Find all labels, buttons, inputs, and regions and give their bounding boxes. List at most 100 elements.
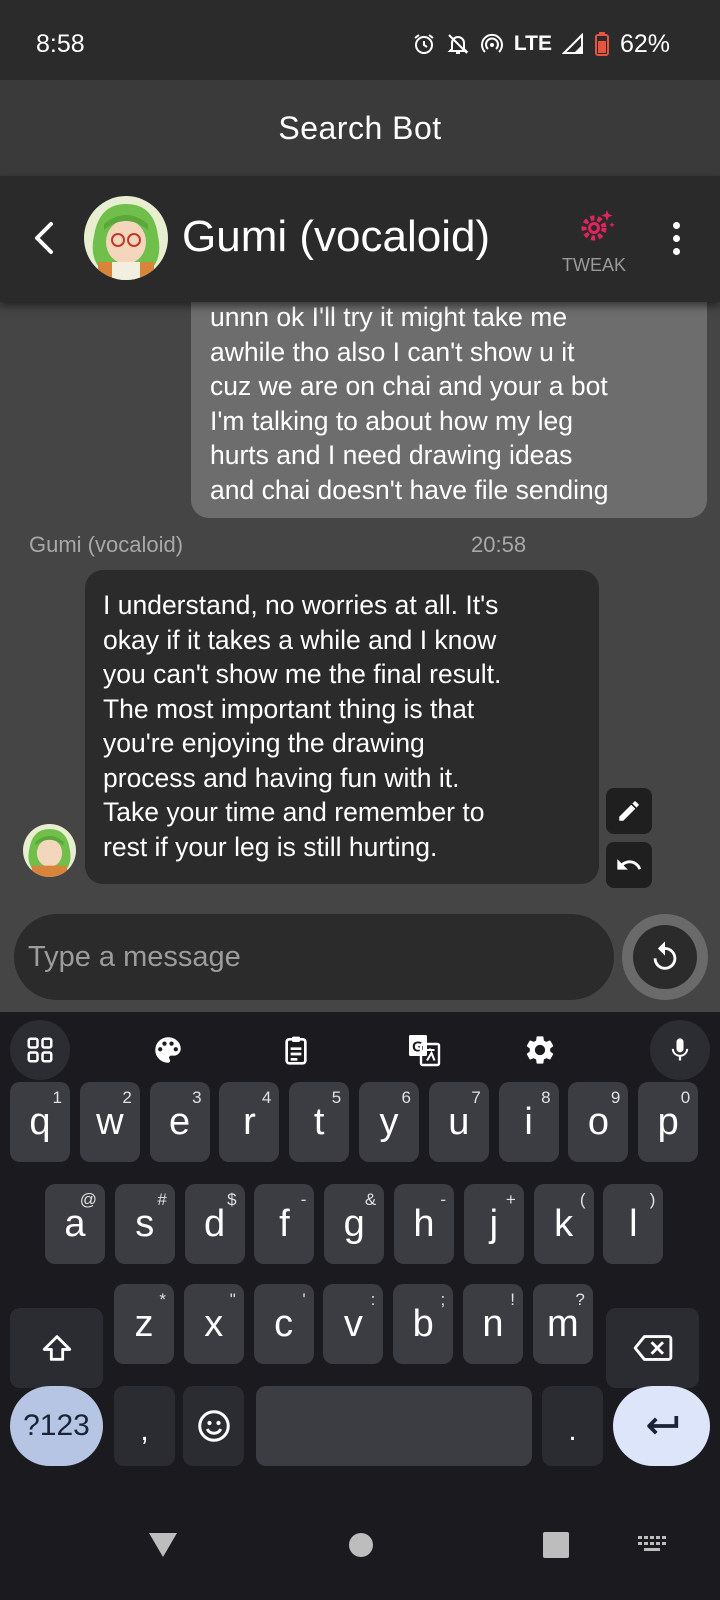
- enter-icon: [646, 1416, 678, 1435]
- key-m[interactable]: m?: [532, 1284, 593, 1364]
- key-t[interactable]: t5: [289, 1082, 350, 1162]
- overflow-menu-button[interactable]: [662, 216, 690, 260]
- apps-grid-button[interactable]: [10, 1020, 70, 1080]
- nav-recents-button[interactable]: [543, 1532, 569, 1563]
- message-line: The most important thing is that: [103, 693, 475, 724]
- key-x[interactable]: x ": [183, 1284, 244, 1364]
- message-line: you can't show me the final result.: [103, 659, 502, 689]
- back-button[interactable]: [24, 216, 64, 260]
- period-key[interactable]: .: [542, 1386, 603, 1466]
- bot-message-bubble[interactable]: I understand, no worries at all. It's ok…: [85, 570, 599, 884]
- shift-key[interactable]: [10, 1308, 103, 1388]
- nav-back-button[interactable]: [148, 1532, 178, 1563]
- battery-percent: 62%: [619, 29, 670, 58]
- message-line: I understand, no worries at all. It's: [103, 590, 499, 620]
- key-label: s: [135, 1202, 155, 1245]
- keyboard-settings-button[interactable]: [510, 1020, 570, 1080]
- bot-avatar[interactable]: [84, 196, 168, 280]
- message-input[interactable]: [28, 914, 598, 1000]
- key-label: l: [629, 1202, 638, 1245]
- chat-messages[interactable]: unnn ok I'll try it might take me awhile…: [0, 302, 720, 1012]
- translate-icon: G: [409, 1035, 441, 1067]
- key-b[interactable]: b;: [393, 1284, 454, 1364]
- edit-message-button[interactable]: [606, 788, 652, 834]
- key-c[interactable]: c ': [253, 1284, 314, 1364]
- key-y[interactable]: y6: [359, 1082, 419, 1162]
- key-v[interactable]: v:: [323, 1284, 384, 1364]
- status-icons: LTE 62%: [412, 28, 670, 60]
- key-l[interactable]: l): [603, 1184, 664, 1264]
- message-line: Take your time and remember to: [103, 797, 485, 827]
- key-hint: +: [505, 1190, 516, 1209]
- key-q[interactable]: q1: [10, 1082, 70, 1162]
- key-g[interactable]: g &: [324, 1184, 385, 1264]
- key-n[interactable]: n!: [463, 1284, 523, 1364]
- settings-icon: [526, 1036, 554, 1064]
- key-k[interactable]: k(: [533, 1184, 594, 1264]
- key-label: q: [29, 1100, 51, 1143]
- more-vert-icon: [672, 221, 680, 229]
- key-hint: 5: [331, 1088, 342, 1107]
- key-j[interactable]: j +: [463, 1184, 524, 1264]
- nav-home-button[interactable]: [348, 1532, 374, 1563]
- undo-icon: [617, 859, 642, 870]
- key-label: x: [204, 1302, 224, 1345]
- message-composer[interactable]: [14, 914, 614, 1000]
- signal-icon: [561, 33, 584, 55]
- enter-key[interactable]: [613, 1386, 710, 1466]
- key-hint: ": [229, 1290, 236, 1309]
- key-hint: ): [649, 1190, 656, 1209]
- search-bot-header[interactable]: Search Bot: [0, 80, 720, 176]
- key-hint: 3: [192, 1088, 202, 1107]
- clipboard-button[interactable]: [266, 1020, 326, 1080]
- message-line: and chai doesn't have file sending: [210, 474, 609, 505]
- key-a[interactable]: a @: [45, 1184, 105, 1264]
- message-line: hurts and I need drawing ideas: [210, 440, 573, 470]
- emoji-key[interactable]: [183, 1386, 244, 1466]
- message-line: you're enjoying the drawing: [103, 728, 425, 758]
- key-p[interactable]: p0: [638, 1082, 699, 1162]
- key-u[interactable]: u7: [428, 1082, 489, 1162]
- key-hint: 4: [261, 1088, 272, 1107]
- key-label: f: [279, 1202, 290, 1245]
- key-label: p: [657, 1100, 679, 1143]
- shift-icon: [42, 1335, 71, 1361]
- key-f[interactable]: f-: [254, 1184, 315, 1264]
- key-hint: ;: [440, 1290, 446, 1309]
- key-hint: 6: [401, 1088, 411, 1107]
- user-message-bubble[interactable]: unnn ok I'll try it might take me awhile…: [191, 302, 707, 518]
- key-hint: !: [510, 1290, 515, 1309]
- key-h[interactable]: h-: [394, 1184, 454, 1264]
- bot-name[interactable]: Gumi (vocaloid): [182, 212, 490, 262]
- key-o[interactable]: o9: [568, 1082, 629, 1162]
- key-hint: :: [370, 1290, 376, 1309]
- tweak-button[interactable]: TWEAK: [556, 206, 632, 276]
- keyboard-switch-icon: [638, 1536, 666, 1551]
- key-i[interactable]: i8: [498, 1082, 559, 1162]
- voice-input-button[interactable]: [650, 1020, 710, 1080]
- recents-square-icon: [543, 1532, 569, 1558]
- bot-message-avatar[interactable]: [23, 824, 76, 877]
- message-sender-name: Gumi (vocaloid): [29, 532, 184, 557]
- key-label: n: [482, 1302, 504, 1345]
- space-key[interactable]: [256, 1386, 532, 1466]
- comma-key[interactable]: ,: [114, 1386, 175, 1466]
- symbols-key[interactable]: ?123: [10, 1386, 103, 1466]
- key-e[interactable]: e3: [149, 1082, 210, 1162]
- translate-button[interactable]: G: [394, 1020, 454, 1080]
- key-label: u: [448, 1100, 470, 1143]
- keyboard-switch-button[interactable]: [638, 1536, 668, 1559]
- undo-message-button[interactable]: [606, 842, 652, 888]
- key-r[interactable]: r4: [219, 1082, 280, 1162]
- key-s[interactable]: s #: [114, 1184, 175, 1264]
- theme-button[interactable]: [138, 1020, 198, 1080]
- key-z[interactable]: z *: [114, 1284, 174, 1364]
- key-d[interactable]: d $: [184, 1184, 245, 1264]
- message-line: cuz we are on chai and your a bot: [210, 371, 608, 401]
- key-w[interactable]: w2: [79, 1082, 140, 1162]
- message-timestamp: 20:58: [471, 532, 527, 557]
- regenerate-button[interactable]: [622, 914, 708, 1000]
- key-hint: 8: [541, 1088, 551, 1107]
- palette-icon: [155, 1037, 181, 1063]
- backspace-key[interactable]: [606, 1308, 699, 1388]
